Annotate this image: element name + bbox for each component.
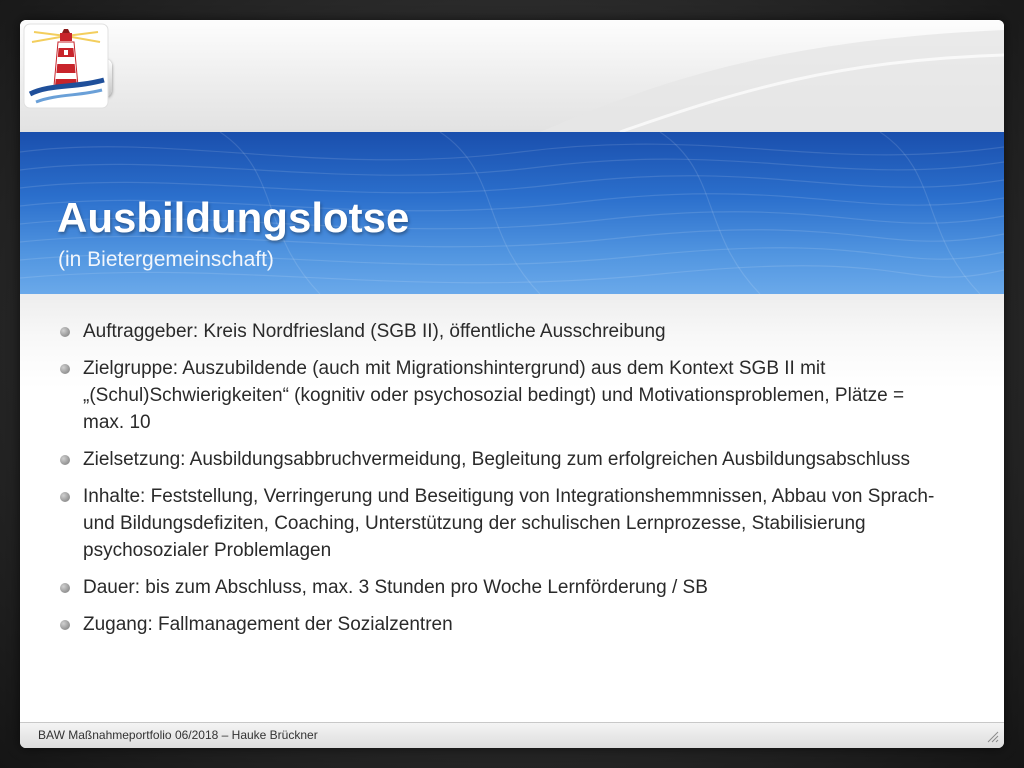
lighthouse-logo — [23, 23, 109, 109]
bullet-dot — [60, 364, 70, 374]
bullet-dot — [60, 327, 70, 337]
bullet-text: Zugang: Fallmanagement der Sozialzentren — [83, 614, 453, 635]
footer-text: BAW Maßnahmeportfolio 06/2018 – Hauke Br… — [38, 728, 318, 742]
bullet-item-zugang: Zugang: Fallmanagement der Sozialzentren — [60, 611, 940, 638]
slide: Ausbildungslotse (in Bietergemeinschaft)… — [20, 20, 1004, 748]
top-header-band — [20, 20, 1004, 132]
bullet-text: Zielgruppe: Auszubildende (auch mit Migr… — [83, 358, 905, 433]
bullet-text: Dauer: bis zum Abschluss, max. 3 Stunden… — [83, 577, 708, 598]
bullet-dot — [60, 583, 70, 593]
content-area: Auftraggeber: Kreis Nordfriesland (SGB I… — [20, 294, 1004, 722]
bullet-text: Auftraggeber: Kreis Nordfriesland (SGB I… — [83, 321, 666, 342]
bullet-list: Auftraggeber: Kreis Nordfriesland (SGB I… — [60, 318, 940, 648]
bullet-item-dauer: Dauer: bis zum Abschluss, max. 3 Stunden… — [60, 574, 940, 601]
bullet-item-zielgruppe: Zielgruppe: Auszubildende (auch mit Migr… — [60, 355, 940, 436]
header-swoosh-decoration — [540, 30, 1004, 132]
slide-title: Ausbildungslotse — [57, 194, 410, 241]
bullet-text: Inhalte: Feststellung, Verringerung und … — [83, 486, 935, 561]
bullet-dot — [60, 492, 70, 502]
bullet-dot — [60, 455, 70, 465]
resize-grip-icon — [987, 731, 999, 743]
bullet-item-zielsetzung: Zielsetzung: Ausbildungsabbruchvermeidun… — [60, 446, 940, 473]
slide-subtitle: (in Bietergemeinschaft) — [58, 248, 274, 271]
bullet-item-inhalte: Inhalte: Feststellung, Verringerung und … — [60, 483, 940, 564]
bullet-text: Zielsetzung: Ausbildungsabbruchvermeidun… — [83, 449, 911, 470]
bullet-dot — [60, 620, 70, 630]
bullet-item-auftraggeber: Auftraggeber: Kreis Nordfriesland (SGB I… — [60, 318, 940, 345]
footer-bar: BAW Maßnahmeportfolio 06/2018 – Hauke Br… — [20, 722, 1004, 748]
title-band: Ausbildungslotse (in Bietergemeinschaft) — [20, 132, 1004, 294]
